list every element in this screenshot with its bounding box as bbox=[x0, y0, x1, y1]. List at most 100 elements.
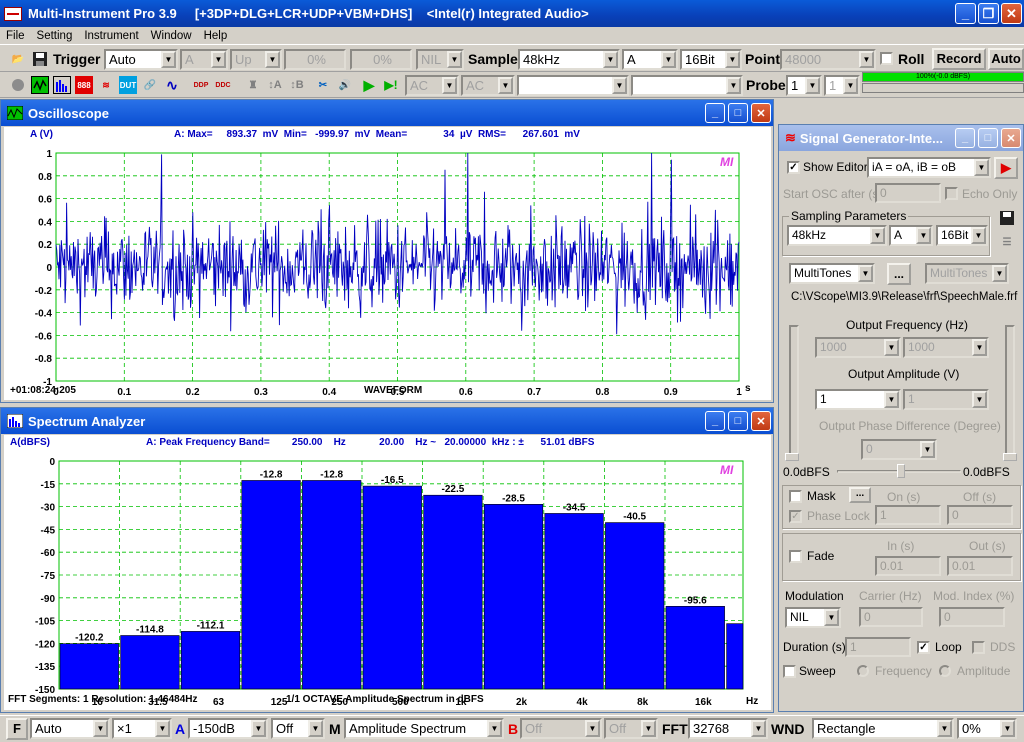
mask-options-button[interactable]: ... bbox=[849, 487, 871, 503]
dc-icon[interactable]: DDP bbox=[192, 76, 210, 94]
roll-checkbox[interactable] bbox=[880, 52, 893, 65]
siggen-channel-select[interactable]: A ▼ bbox=[889, 225, 933, 246]
multimeter-icon[interactable]: 888 bbox=[75, 76, 93, 94]
device-test-plan-icon[interactable]: 🔗 bbox=[141, 76, 159, 94]
ddc-icon[interactable]: DDC bbox=[214, 76, 232, 94]
trigger-source-select[interactable]: NIL ▼ bbox=[416, 49, 464, 70]
mask-checkbox[interactable] bbox=[789, 490, 802, 503]
siggen-maximize-button[interactable]: □ bbox=[978, 128, 998, 148]
waveform2-select[interactable]: MultiTones ▼ bbox=[925, 263, 1009, 284]
amp-left-slider[interactable] bbox=[789, 325, 799, 455]
sweep-frequency-radio[interactable] bbox=[857, 665, 869, 677]
window-function-select[interactable]: Rectangle ▼ bbox=[812, 718, 954, 739]
trigger-level-stepper[interactable]: 0% bbox=[284, 49, 346, 70]
carrier-field[interactable]: 0 bbox=[859, 607, 923, 627]
osc-minimize-button[interactable]: _ bbox=[705, 103, 725, 123]
oscilloscope-plot[interactable]: A (V) A: Max= 893.37 mV Min= -999.97 mV … bbox=[4, 127, 771, 400]
signal-generator-icon[interactable]: ≋ bbox=[97, 76, 115, 94]
sweep-icon[interactable]: ∿ bbox=[163, 76, 181, 94]
spectrum-analyzer-icon[interactable] bbox=[53, 76, 71, 94]
record-button[interactable]: Record bbox=[932, 48, 986, 70]
fade-checkbox[interactable] bbox=[789, 550, 802, 563]
modulation-select[interactable]: NIL ▼ bbox=[785, 607, 841, 628]
spec-close-button[interactable]: ✕ bbox=[751, 411, 771, 431]
editor-expression-select[interactable]: iA = oA, iB = oB ▼ bbox=[867, 157, 991, 178]
channel-b-option-select[interactable]: Off ▼ bbox=[604, 718, 658, 739]
scissors-icon[interactable]: ✂ bbox=[314, 76, 332, 94]
fade-in-field[interactable]: 0.01 bbox=[875, 556, 941, 576]
coupling-a-select[interactable]: AC ▼ bbox=[405, 75, 459, 96]
sweep-checkbox[interactable] bbox=[783, 665, 796, 678]
bits-select[interactable]: 16Bit ▼ bbox=[680, 49, 742, 70]
siggen-minimize-button[interactable]: _ bbox=[955, 128, 975, 148]
oscilloscope-icon[interactable] bbox=[31, 76, 49, 94]
freeze-button[interactable]: F bbox=[6, 718, 28, 740]
osc-close-button[interactable]: ✕ bbox=[751, 103, 771, 123]
freq-b-select[interactable]: 1000 ▼ bbox=[903, 337, 989, 358]
channel-select[interactable]: A ▼ bbox=[622, 49, 678, 70]
sweep-amplitude-radio[interactable] bbox=[939, 665, 951, 677]
restore-button[interactable]: ❐ bbox=[978, 3, 999, 24]
spec-minimize-button[interactable]: _ bbox=[705, 411, 725, 431]
osc-maximize-button[interactable]: □ bbox=[728, 103, 748, 123]
amp-left-thumb[interactable] bbox=[785, 453, 799, 461]
channel-b-mode-select[interactable]: Off ▼ bbox=[520, 718, 602, 739]
siggen-close-button[interactable]: ✕ bbox=[1001, 128, 1021, 148]
device-select[interactable]: ▼ bbox=[517, 75, 629, 96]
sample-rate-select[interactable]: 48kHz ▼ bbox=[518, 49, 620, 70]
trigger-channel-select[interactable]: A ▼ bbox=[180, 49, 228, 70]
waveform-select[interactable]: MultiTones ▼ bbox=[789, 263, 875, 284]
siggen-table-icon[interactable]: ☰ bbox=[998, 233, 1016, 251]
show-editor-checkbox[interactable]: ✓ bbox=[787, 161, 800, 174]
auto-button[interactable]: Auto bbox=[988, 48, 1024, 70]
spectrum-plot[interactable]: A(dBFS) A: Peak Frequency Band= 250.00 H… bbox=[4, 435, 771, 710]
mask-off-field[interactable]: 0 bbox=[947, 505, 1013, 525]
multiplier-select[interactable]: ×1 ▼ bbox=[112, 718, 172, 739]
loop-checkbox[interactable]: ✓ bbox=[917, 641, 930, 654]
menu-instrument[interactable]: Instrument bbox=[78, 30, 144, 42]
siggen-sample-rate-select[interactable]: 48kHz ▼ bbox=[787, 225, 887, 246]
amp-right-slider[interactable] bbox=[1005, 325, 1015, 455]
probe-a-select[interactable]: 1 ▼ bbox=[786, 75, 822, 96]
open-folder-icon[interactable]: 📂 bbox=[9, 50, 27, 68]
dds-checkbox[interactable] bbox=[972, 641, 985, 654]
overlap-select[interactable]: 0% ▼ bbox=[957, 718, 1017, 739]
save-icon[interactable] bbox=[31, 50, 49, 68]
fade-out-field[interactable]: 0.01 bbox=[947, 556, 1013, 576]
spec-maximize-button[interactable]: □ bbox=[728, 411, 748, 431]
probe-icon[interactable]: ♜ bbox=[244, 76, 262, 94]
trigger-delay-stepper[interactable]: 0% bbox=[350, 49, 412, 70]
channel-a-mode-select[interactable]: Off ▼ bbox=[271, 718, 325, 739]
analysis-mode-select[interactable]: Amplitude Spectrum ▼ bbox=[344, 718, 504, 739]
menu-file[interactable]: File bbox=[0, 30, 31, 42]
menu-help[interactable]: Help bbox=[198, 30, 234, 42]
scale-mode-select[interactable]: Auto ▼ bbox=[30, 718, 110, 739]
points-select[interactable]: 48000 ▼ bbox=[780, 49, 876, 70]
trigger-edge-select[interactable]: Up ▼ bbox=[230, 49, 282, 70]
mask-on-field[interactable]: 1 bbox=[875, 505, 941, 525]
fft-size-select[interactable]: 32768 ▼ bbox=[688, 718, 768, 739]
menu-window[interactable]: Window bbox=[145, 30, 198, 42]
probe-b-select[interactable]: 1 ▼ bbox=[824, 75, 860, 96]
start-osc-field[interactable]: 0 bbox=[875, 183, 941, 203]
amp-a-select[interactable]: 1 ▼ bbox=[815, 389, 901, 410]
device-b-select[interactable]: ▼ bbox=[631, 75, 743, 96]
waveform-options-button[interactable]: ... bbox=[887, 263, 911, 285]
balance-thumb[interactable] bbox=[897, 464, 905, 478]
data-logger-icon[interactable]: DUT bbox=[119, 76, 137, 94]
play-icon[interactable]: ▶ bbox=[360, 76, 378, 94]
cursor-a-icon[interactable]: ↕A bbox=[266, 76, 284, 94]
echo-only-checkbox[interactable] bbox=[945, 187, 958, 200]
cursor-b-icon[interactable]: ↕B bbox=[288, 76, 306, 94]
duration-field[interactable]: 1 bbox=[845, 637, 911, 657]
phase-select[interactable]: 0 ▼ bbox=[861, 439, 937, 460]
freq-a-select[interactable]: 1000 ▼ bbox=[815, 337, 901, 358]
close-button[interactable]: ✕ bbox=[1001, 3, 1022, 24]
trigger-mode-select[interactable]: Auto ▼ bbox=[104, 49, 178, 70]
phase-lock-checkbox[interactable]: ✓ bbox=[789, 510, 802, 523]
range-select[interactable]: -150dB ▼ bbox=[188, 718, 268, 739]
siggen-bits-select[interactable]: 16Bit ▼ bbox=[936, 225, 988, 246]
minimize-button[interactable]: _ bbox=[955, 3, 976, 24]
mod-index-field[interactable]: 0 bbox=[939, 607, 1005, 627]
play-once-icon[interactable]: ▶! bbox=[382, 76, 400, 94]
